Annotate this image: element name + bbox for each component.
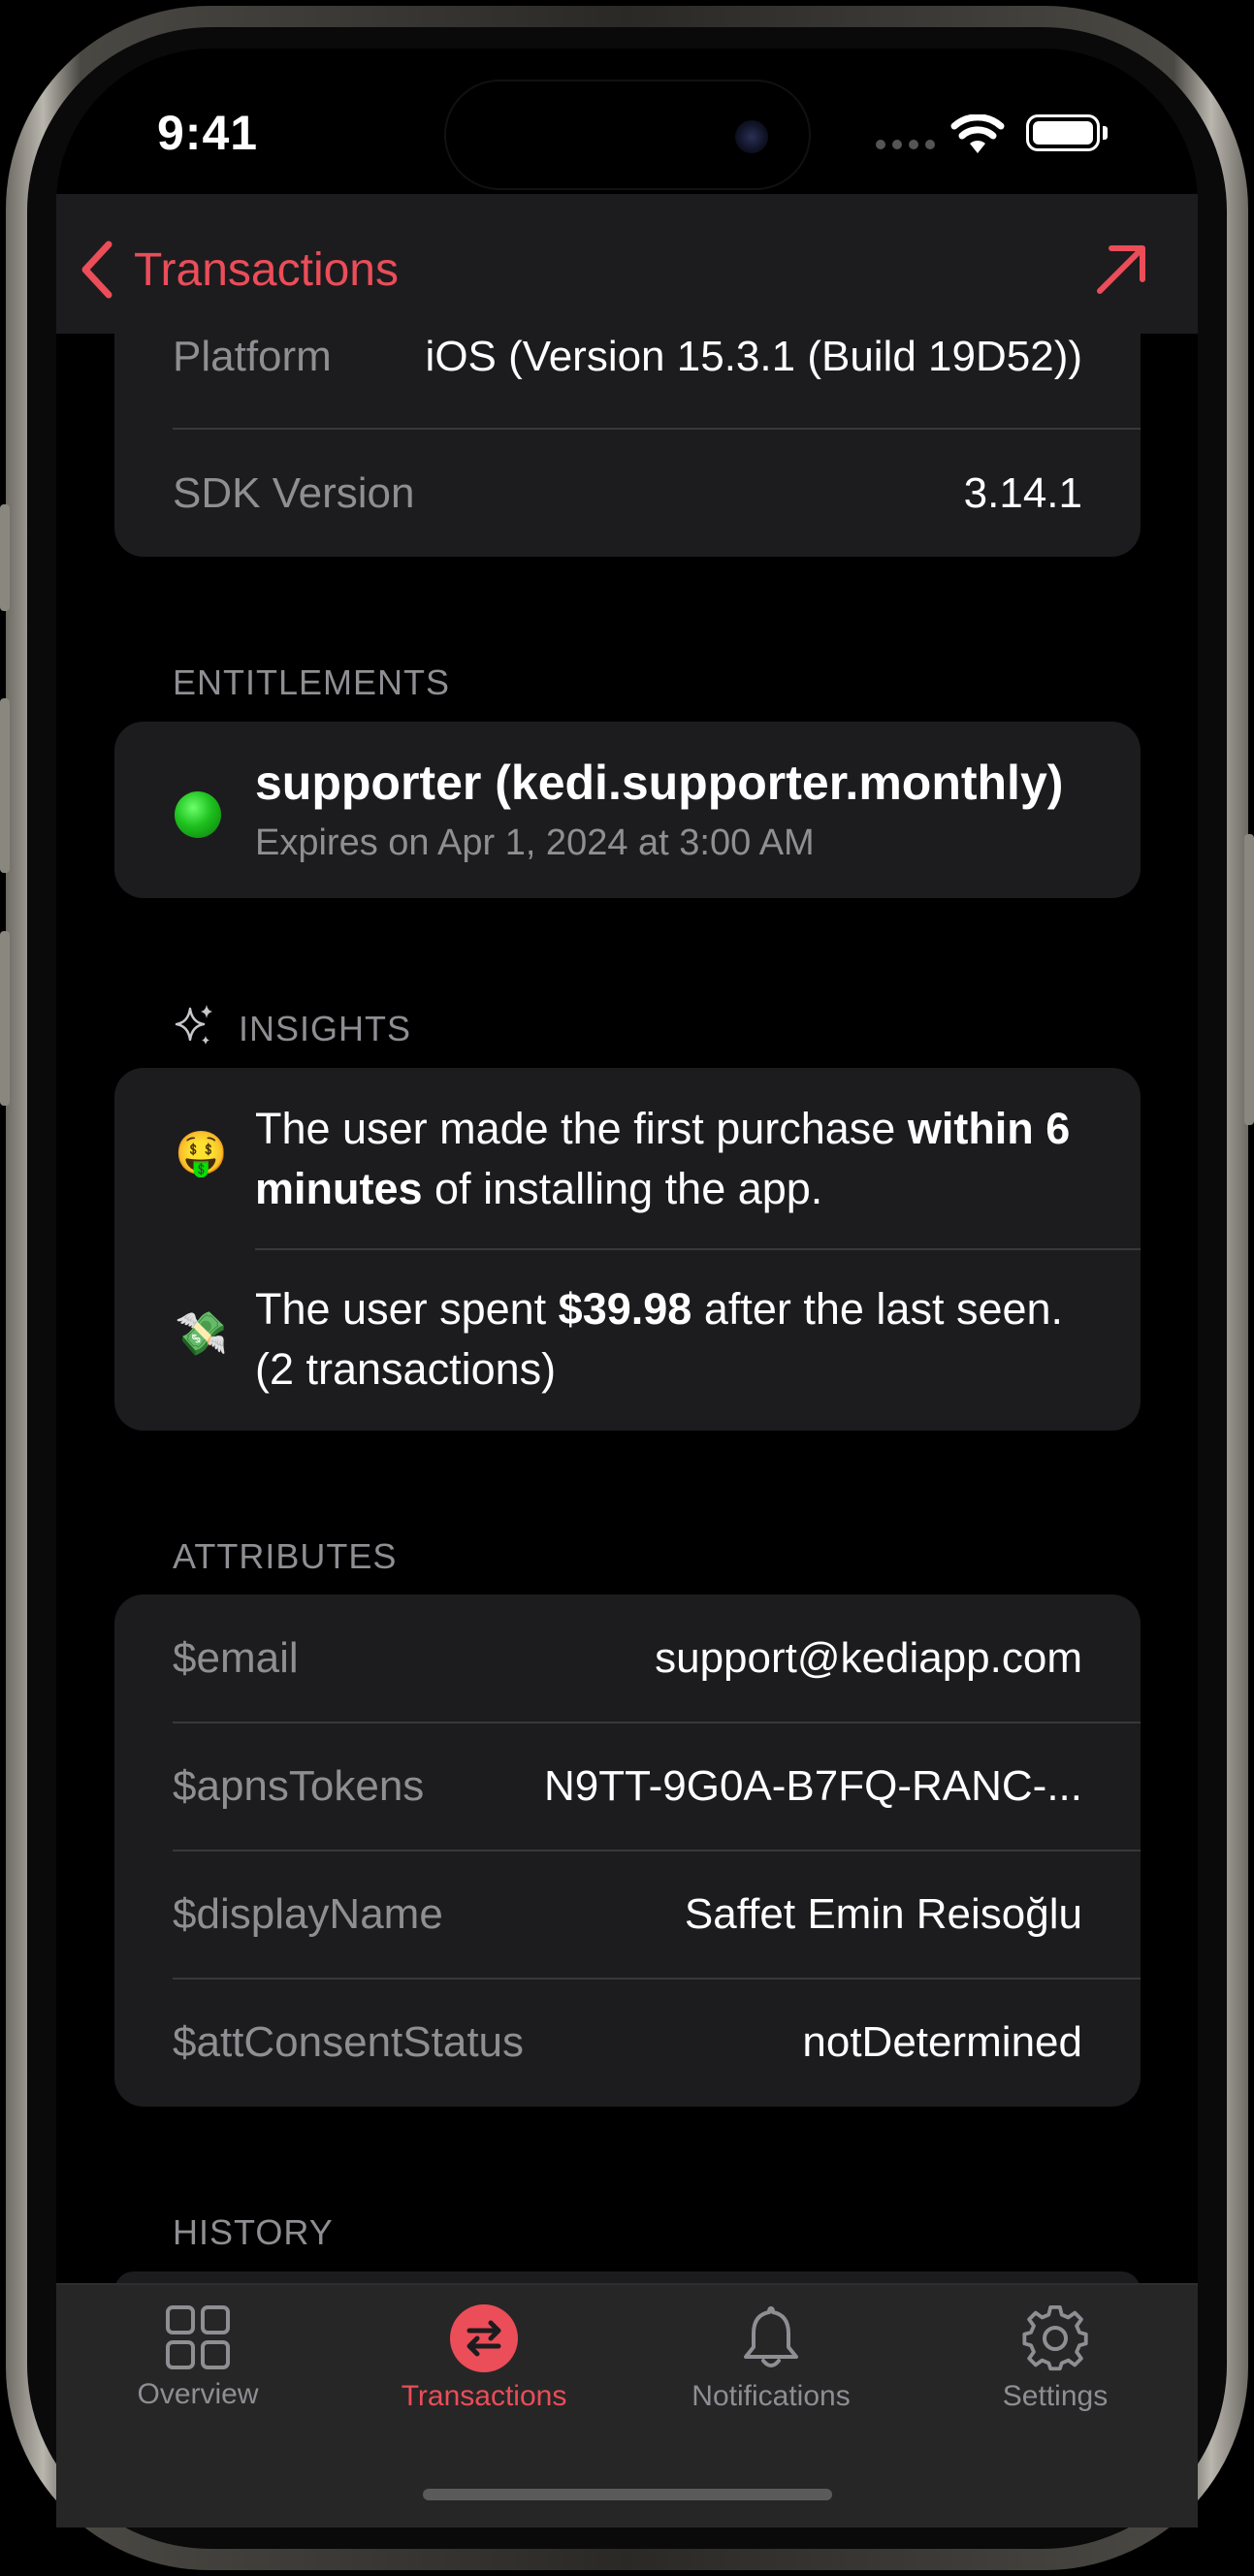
attribute-row[interactable]: $displayName Saffet Emin Reisoğlu bbox=[114, 1851, 1141, 1979]
section-header-insights: INSIGHTS bbox=[239, 1009, 412, 1048]
row-divider bbox=[255, 1248, 1141, 1250]
wifi-icon bbox=[950, 114, 1005, 153]
tab-label: Overview bbox=[137, 2378, 259, 2410]
action-button bbox=[0, 504, 10, 611]
status-time: 9:41 bbox=[157, 106, 259, 160]
money-face-emoji: 🤑 bbox=[175, 1130, 228, 1177]
attribute-row[interactable]: $apnsTokens N9TT-9G0A-B7FQ-RANC-... bbox=[114, 1723, 1141, 1851]
info-row-sdk-version: SDK Version 3.14.1 bbox=[114, 455, 1141, 532]
insights-card: 🤑 The user made the first purchase withi… bbox=[114, 1068, 1141, 1431]
cellular-signal-icon bbox=[876, 140, 935, 149]
attribute-value: Saffet Emin Reisoğlu bbox=[684, 1890, 1082, 1938]
section-header-attributes: ATTRIBUTES bbox=[173, 1536, 398, 1576]
insight-text-part: The user spent bbox=[255, 1284, 559, 1334]
back-button[interactable]: Transactions bbox=[80, 241, 399, 299]
row-divider bbox=[173, 428, 1141, 430]
entitlement-expiry: Expires on Apr 1, 2024 at 3:00 AM bbox=[255, 822, 815, 863]
attribute-key: $apnsTokens bbox=[173, 1762, 425, 1810]
attributes-card: $email support@kediapp.com $apnsTokens N… bbox=[114, 1594, 1141, 2107]
arrows-swap-icon bbox=[450, 2304, 518, 2372]
attribute-value: notDetermined bbox=[802, 2018, 1082, 2066]
entitlement-title: supporter (kedi.supporter.monthly) bbox=[255, 756, 1064, 810]
entitlement-card[interactable]: supporter (kedi.supporter.monthly) Expir… bbox=[114, 722, 1141, 898]
bell-icon bbox=[744, 2306, 798, 2367]
attribute-value: support@kediapp.com bbox=[655, 1634, 1082, 1682]
money-wings-emoji: 💸 bbox=[175, 1310, 228, 1358]
home-indicator[interactable] bbox=[423, 2489, 832, 2500]
gear-icon bbox=[1022, 2304, 1088, 2371]
info-value: 3.14.1 bbox=[963, 469, 1082, 517]
insight-highlight: $39.98 bbox=[558, 1284, 692, 1334]
insight-text-part: The user made the first purchase bbox=[255, 1104, 908, 1153]
attribute-key: $attConsentStatus bbox=[173, 2018, 525, 2066]
attribute-row[interactable]: $email support@kediapp.com bbox=[114, 1594, 1141, 1723]
volume-down-button bbox=[0, 931, 10, 1106]
power-button bbox=[1244, 834, 1254, 1125]
battery-tip bbox=[1103, 126, 1108, 140]
back-button-label: Transactions bbox=[134, 243, 399, 296]
info-value: iOS (Version 15.3.1 (Build 19D52)) bbox=[425, 333, 1082, 380]
open-external-icon[interactable] bbox=[1094, 242, 1148, 297]
tab-overview[interactable]: Overview bbox=[72, 2304, 324, 2411]
tab-label: Notifications bbox=[691, 2380, 851, 2412]
status-dot-icon bbox=[175, 791, 221, 838]
tab-label: Settings bbox=[1002, 2380, 1109, 2412]
tab-transactions[interactable]: Transactions bbox=[358, 2304, 610, 2413]
chevron-left-icon bbox=[81, 241, 113, 299]
tab-label: Transactions bbox=[401, 2380, 567, 2412]
volume-up-button bbox=[0, 698, 10, 873]
tab-notifications[interactable]: Notifications bbox=[645, 2304, 897, 2413]
insight-text: The user spent $39.98 after the last see… bbox=[255, 1279, 1092, 1400]
info-key: Platform bbox=[173, 333, 332, 380]
info-key: SDK Version bbox=[173, 469, 415, 517]
insight-text: The user made the first purchase within … bbox=[255, 1099, 1092, 1219]
grid-icon bbox=[166, 2305, 230, 2369]
section-header-entitlements: ENTITLEMENTS bbox=[173, 662, 451, 702]
battery-icon bbox=[1026, 114, 1100, 151]
front-camera bbox=[735, 120, 768, 153]
section-header-history: HISTORY bbox=[173, 2212, 334, 2252]
attribute-row[interactable]: $attConsentStatus notDetermined bbox=[114, 1979, 1141, 2107]
attribute-value: N9TT-9G0A-B7FQ-RANC-... bbox=[544, 1762, 1082, 1810]
attribute-key: $email bbox=[173, 1634, 299, 1682]
sparkles-icon bbox=[175, 1005, 212, 1045]
attribute-key: $displayName bbox=[173, 1890, 443, 1938]
tab-settings[interactable]: Settings bbox=[929, 2304, 1181, 2413]
insight-text-part: of installing the app. bbox=[422, 1164, 823, 1213]
